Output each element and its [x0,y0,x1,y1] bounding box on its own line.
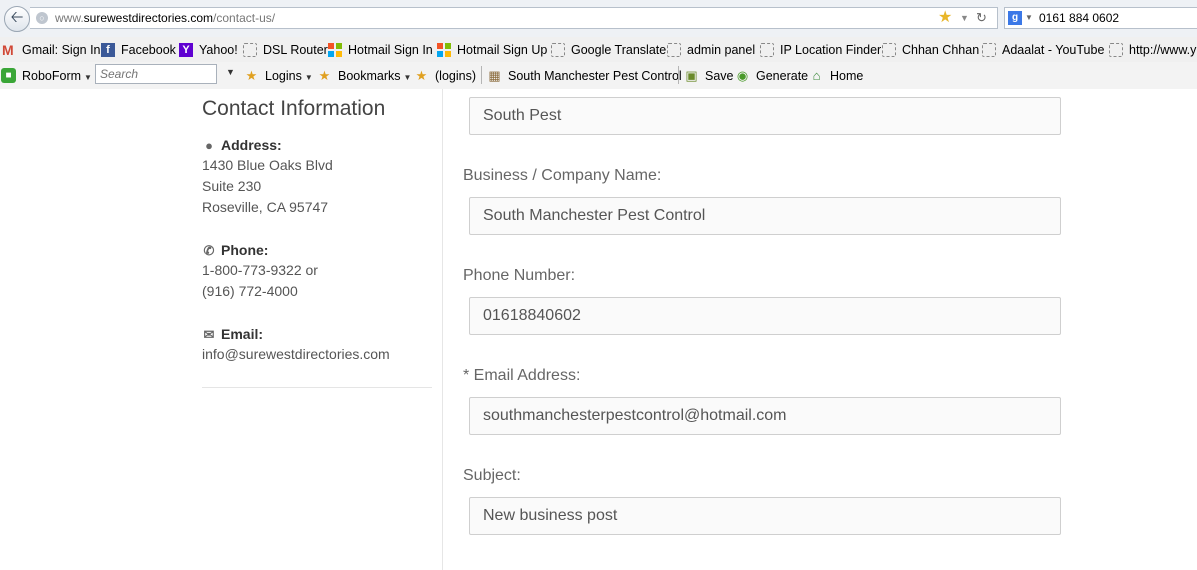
navigation-bar: 🡠 ○ www.surewestdirectories.com/contact-… [0,0,1197,37]
phone-block: ✆ Phone: 1-800-773-9322 or (916) 772-4000 [202,240,432,302]
phone-field[interactable] [469,297,1061,335]
browser-chrome: 🡠 ○ www.surewestdirectories.com/contact-… [0,0,1197,90]
site-identity-icon[interactable]: ○ [36,12,48,24]
phone-line: (916) 772-4000 [202,283,298,299]
divider [202,387,432,388]
bookmarks-toolbar: M Gmail: Sign In f Facebook Y Yahoo! DSL Ro… [0,37,1197,62]
email-label: * Email Address: [463,367,581,384]
blank-page-icon [1109,43,1123,57]
gmail-icon: M [2,42,14,58]
subject-field[interactable] [469,497,1061,535]
address-bar[interactable]: ○ www.surewestdirectories.com/contact-us… [30,7,998,29]
contact-heading: Contact Information [202,97,386,120]
save-icon: ▣ [685,68,698,83]
logins-star-icon: ★ [245,68,258,83]
roboform-toolbar: ■RoboForm▼ ▼ ★Logins▼ ★Bookmarks▼ ★(logi… [0,62,1197,90]
back-arrow-icon: 🡠 [10,8,24,26]
name-field[interactable] [469,97,1061,135]
email-link[interactable]: info@surewestdirectories.com [202,344,432,365]
toolbar-divider [678,66,679,84]
chevron-down-icon: ▼ [304,73,313,82]
google-icon[interactable]: g [1008,11,1022,25]
blank-page-icon [982,43,996,57]
address-title: Address: [221,137,282,153]
back-button[interactable]: 🡠 [4,6,30,32]
bookmark-star-icon[interactable]: ★ [938,8,952,28]
phone-label: Phone Number: [463,267,576,284]
bookmarks-star-icon: ★ [318,68,331,83]
blank-page-icon [667,43,681,57]
email-block: ✉ Email: info@surewestdirectories.com [202,324,432,365]
phone-line: 1-800-773-9322 or [202,262,318,278]
page-content: Contact Information ● Address: 1430 Blue … [0,89,1197,570]
email-field[interactable] [469,397,1061,435]
search-engine-dropdown-icon[interactable]: ▼ [1025,8,1033,28]
search-bar[interactable]: g ▼ 0161 884 0602 [1004,7,1197,29]
company-label: Business / Company Name: [463,167,662,184]
toolbar-divider [481,66,482,84]
logins-star-icon: ★ [415,68,428,83]
column-divider [442,89,443,570]
address-line: Suite 230 [202,178,262,194]
blank-page-icon [760,43,774,57]
windows-icon [328,43,342,57]
subject-label: Subject: [463,467,521,484]
company-field[interactable] [469,197,1061,235]
url-domain: surewestdirectories.com [83,11,214,25]
chevron-down-icon: ▼ [403,73,412,82]
address-block: ● Address: 1430 Blue Oaks Blvd Suite 230 … [202,135,432,218]
yahoo-icon: Y [179,43,193,57]
search-dropdown-icon[interactable]: ▼ [226,67,235,77]
reload-icon[interactable]: ↻ [976,8,987,28]
url-history-dropdown-icon[interactable]: ▼ [960,8,969,28]
chevron-down-icon: ▼ [84,73,92,82]
passcard-icon: ▦ [488,68,501,83]
facebook-icon: f [101,43,115,57]
blank-page-icon [882,43,896,57]
windows-icon [437,43,451,57]
map-marker-icon: ● [205,138,213,153]
blank-page-icon [551,43,565,57]
search-query[interactable]: 0161 884 0602 [1039,8,1119,28]
envelope-icon: ✉ [203,327,215,342]
url-text[interactable]: www.surewestdirectories.com/contact-us/ [55,8,275,28]
address-line: 1430 Blue Oaks Blvd [202,157,333,173]
url-path: /contact-us/ [213,11,276,25]
roboform-icon: ■ [1,68,16,83]
generate-icon: ◉ [736,68,749,83]
phone-icon: ✆ [203,243,215,258]
roboform-search-input[interactable] [95,64,217,84]
phone-title: Phone: [221,242,269,258]
blank-page-icon [243,43,257,57]
url-prefix: www. [55,11,84,25]
address-line: Roseville, CA 95747 [202,199,329,215]
email-title: Email: [221,326,264,342]
home-icon: ⌂ [812,68,821,83]
